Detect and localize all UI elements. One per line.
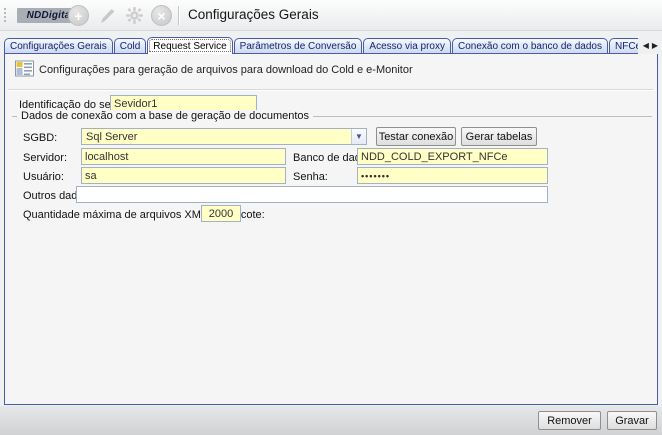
senha-label: Senha: [293, 171, 328, 183]
tab-cold[interactable]: Cold [114, 38, 147, 53]
tab-scroll-arrows: ◀ ▶ [638, 36, 658, 54]
tab-scroll-left-icon[interactable]: ◀ [643, 41, 649, 50]
remover-button[interactable]: Remover [538, 411, 601, 430]
close-icon[interactable]: × [151, 5, 172, 26]
tab-strip: Configurações Gerais Cold Request Servic… [4, 36, 658, 54]
testar-conexao-button[interactable]: Testar conexão [376, 127, 456, 146]
page-title: Configurações Gerais [188, 7, 319, 22]
servidor-label: Servidor: [23, 152, 67, 164]
sgbd-selected-value: Sql Server [82, 131, 351, 143]
toolbar-separator [178, 6, 179, 25]
sgbd-label: SGBD: [23, 132, 57, 144]
usuario-label: Usuário: [23, 171, 64, 183]
tab-request-service[interactable]: Request Service [147, 37, 232, 54]
tab-parametros-de-conversao[interactable]: Parâmetros de Conversão [234, 38, 363, 53]
pencil-glyph [97, 6, 117, 26]
toolbar-grip[interactable] [3, 7, 7, 24]
tab-acesso-via-proxy[interactable]: Acesso via proxy [363, 38, 451, 53]
gerar-tabelas-button[interactable]: Gerar tabelas [461, 127, 537, 146]
senha-input[interactable] [357, 167, 548, 184]
form-settings-icon [15, 60, 34, 77]
edit-pencil-icon[interactable] [96, 5, 117, 26]
tab-conexao-banco-de-dados[interactable]: Conexão com o banco de dados [452, 38, 608, 53]
gravar-button[interactable]: Gravar [607, 411, 657, 430]
footer-bar: Remover Gravar [0, 406, 662, 435]
tab-configuracoes-gerais[interactable]: Configurações Gerais [4, 38, 113, 53]
quantidade-input[interactable] [201, 205, 241, 222]
description-divider [8, 89, 653, 90]
tab-scroll-right-icon[interactable]: ▶ [652, 41, 658, 50]
groupbox-title: Dados de conexão com a base de geração d… [17, 110, 313, 122]
panel-description: Configurações para geração de arquivos p… [39, 64, 413, 76]
add-icon[interactable]: + [68, 5, 89, 26]
gear-glyph [125, 6, 144, 25]
usuario-input[interactable] [81, 167, 286, 184]
servidor-input[interactable] [81, 148, 286, 165]
outros-dados-input[interactable] [76, 186, 548, 203]
toolbar: NDDigital + [0, 0, 662, 31]
banco-de-dados-input[interactable] [357, 148, 548, 165]
tab-page-panel: Configurações para geração de arquivos p… [4, 53, 658, 405]
chevron-down-icon: ▼ [351, 129, 366, 144]
sgbd-dropdown[interactable]: Sql Server ▼ [81, 128, 367, 145]
gear-icon[interactable] [124, 5, 145, 26]
